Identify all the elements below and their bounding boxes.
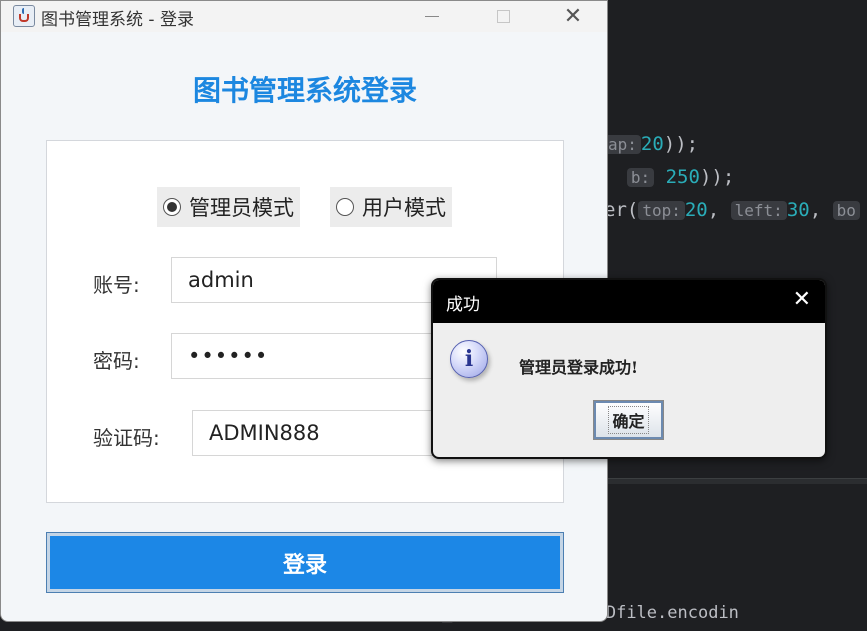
ok-button[interactable]: 确定 bbox=[593, 400, 664, 440]
ok-button-label: 确定 bbox=[608, 406, 649, 434]
info-icon: i bbox=[450, 340, 488, 378]
maximize-button[interactable] bbox=[480, 1, 526, 32]
code-text: , bbox=[707, 199, 731, 221]
window-titlebar[interactable]: 图书管理系统 - 登录 ✕ bbox=[1, 1, 607, 32]
dialog-close-icon[interactable]: ✕ bbox=[793, 287, 811, 312]
code-text: , bbox=[809, 199, 833, 221]
code-line: ap: 20)); bbox=[604, 133, 698, 155]
panel-divider[interactable] bbox=[604, 478, 867, 484]
code-number: 20 bbox=[684, 199, 708, 221]
param-hint: bo bbox=[832, 201, 860, 220]
code-line: er(top: 20, left: 30, bo bbox=[604, 199, 860, 221]
param-hint: left: bbox=[730, 201, 787, 220]
code-number: 250 bbox=[665, 166, 700, 188]
dialog-titlebar[interactable]: 成功 ✕ bbox=[433, 280, 825, 323]
admin-mode-label: 管理员模式 bbox=[189, 196, 294, 220]
code-number: 30 bbox=[786, 199, 810, 221]
password-label: 密码: bbox=[93, 349, 140, 373]
code-text: er( bbox=[604, 199, 639, 221]
minimize-icon bbox=[425, 16, 439, 17]
param-hint: ap: bbox=[604, 135, 641, 154]
user-mode-label: 用户模式 bbox=[362, 196, 446, 220]
close-button[interactable]: ✕ bbox=[550, 1, 596, 32]
captcha-label: 验证码: bbox=[93, 426, 160, 450]
minimize-button[interactable] bbox=[409, 1, 455, 32]
radio-unchecked-icon bbox=[336, 198, 354, 216]
java-app-icon bbox=[13, 5, 35, 27]
maximize-icon bbox=[496, 10, 510, 23]
code-text: )); bbox=[663, 133, 699, 155]
dialog-title: 成功 bbox=[446, 295, 480, 315]
param-hint: b: bbox=[626, 168, 655, 187]
close-icon: ✕ bbox=[563, 4, 583, 29]
account-label: 账号: bbox=[93, 273, 140, 297]
success-dialog: 成功 ✕ i 管理员登录成功! 确定 bbox=[431, 278, 827, 459]
code-text: )); bbox=[699, 166, 735, 188]
window-title: 图书管理系统 - 登录 bbox=[41, 10, 194, 30]
admin-mode-radio[interactable]: 管理员模式 bbox=[157, 187, 300, 227]
user-mode-radio[interactable]: 用户模式 bbox=[330, 187, 452, 227]
dialog-message: 管理员登录成功! bbox=[519, 358, 639, 377]
radio-checked-icon bbox=[163, 198, 181, 216]
page-title: 图书管理系统登录 bbox=[192, 74, 417, 107]
code-number: 20 bbox=[640, 133, 664, 155]
param-hint: top: bbox=[638, 201, 685, 220]
login-button[interactable]: 登录 bbox=[46, 532, 564, 593]
code-line: b: 250)); bbox=[604, 166, 734, 188]
